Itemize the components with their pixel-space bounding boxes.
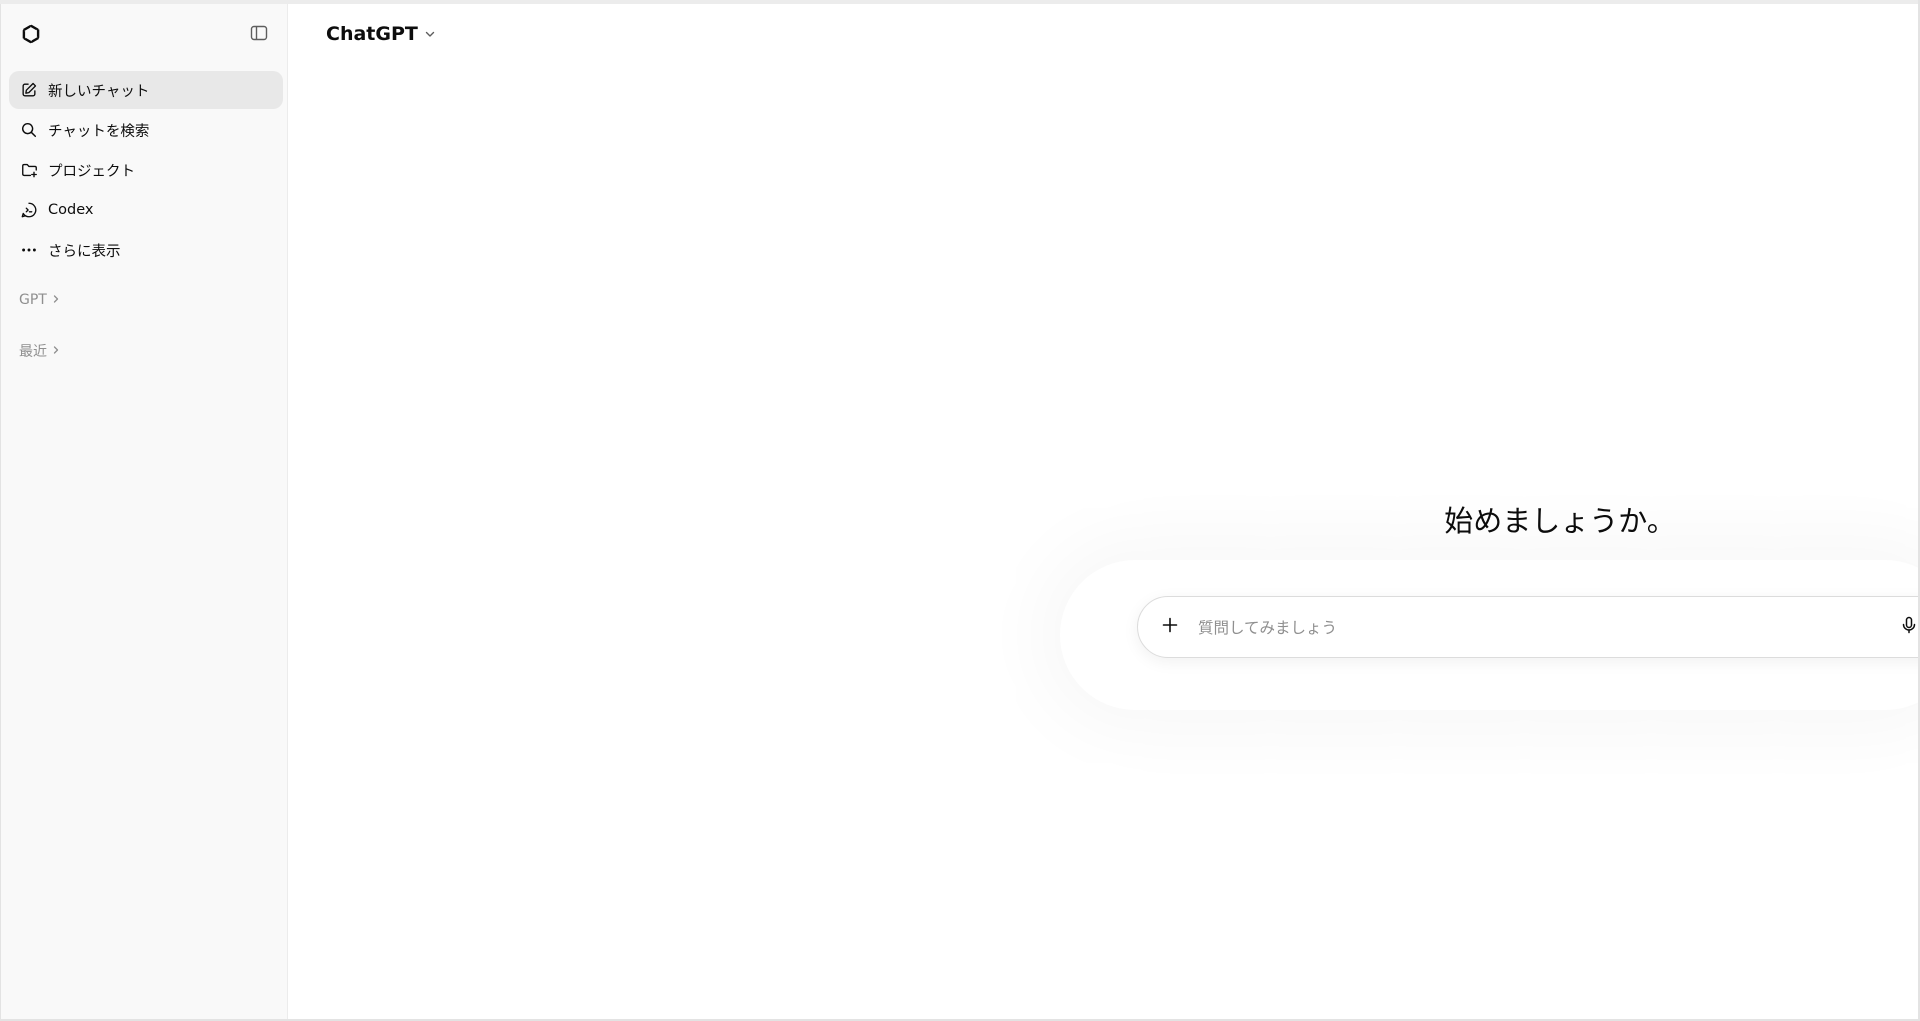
search-chats-button[interactable]: チャットを検索 bbox=[9, 111, 283, 149]
openai-logo-icon[interactable] bbox=[18, 21, 44, 47]
window-top-border bbox=[0, 0, 1920, 4]
sidebar-item-label: プロジェクト bbox=[48, 163, 135, 180]
search-icon bbox=[19, 120, 39, 140]
sidebar-item-label: 新しいチャット bbox=[48, 83, 150, 100]
sidebar: 新しいチャット チャットを検索 プロジェクト Codex さらに表示 GPT 最… bbox=[0, 4, 288, 1021]
more-dots-icon bbox=[19, 240, 39, 260]
model-selector-button[interactable]: ChatGPT bbox=[318, 18, 444, 50]
sidebar-item-codex[interactable]: Codex bbox=[9, 191, 283, 229]
gpts-section-header[interactable]: GPT bbox=[19, 292, 61, 308]
sidebar-item-label: チャットを検索 bbox=[48, 123, 150, 140]
compose-icon bbox=[19, 80, 39, 100]
new-chat-button[interactable]: 新しいチャット bbox=[9, 71, 283, 109]
plus-icon bbox=[1161, 616, 1179, 638]
recents-section-label: 最近 bbox=[19, 344, 47, 360]
sidebar-item-more[interactable]: さらに表示 bbox=[9, 231, 283, 269]
microphone-icon bbox=[1899, 615, 1919, 639]
prompt-input[interactable] bbox=[1196, 611, 1800, 645]
chevron-right-icon bbox=[51, 343, 61, 359]
folder-plus-icon bbox=[19, 160, 39, 180]
sidebar-item-label: さらに表示 bbox=[48, 243, 121, 260]
chatgpt-app: 新しいチャット チャットを検索 プロジェクト Codex さらに表示 GPT 最… bbox=[0, 0, 1920, 1021]
codex-icon bbox=[19, 200, 39, 220]
recents-section-header[interactable]: 最近 bbox=[19, 341, 61, 361]
gpts-section-label: GPT bbox=[19, 292, 47, 308]
greeting-heading: 始めましょうか。 bbox=[1444, 504, 1676, 538]
toggle-sidebar-button[interactable] bbox=[247, 23, 271, 47]
dictate-button[interactable] bbox=[1896, 614, 1920, 640]
chevron-right-icon bbox=[51, 292, 61, 308]
chevron-down-icon bbox=[424, 23, 436, 45]
sidebar-item-label: Codex bbox=[48, 202, 94, 218]
composer bbox=[1137, 596, 1920, 658]
add-attachment-button[interactable] bbox=[1156, 613, 1184, 641]
sidebar-panel-icon bbox=[249, 23, 269, 47]
model-name: ChatGPT bbox=[326, 23, 418, 45]
sidebar-item-projects[interactable]: プロジェクト bbox=[9, 151, 283, 189]
